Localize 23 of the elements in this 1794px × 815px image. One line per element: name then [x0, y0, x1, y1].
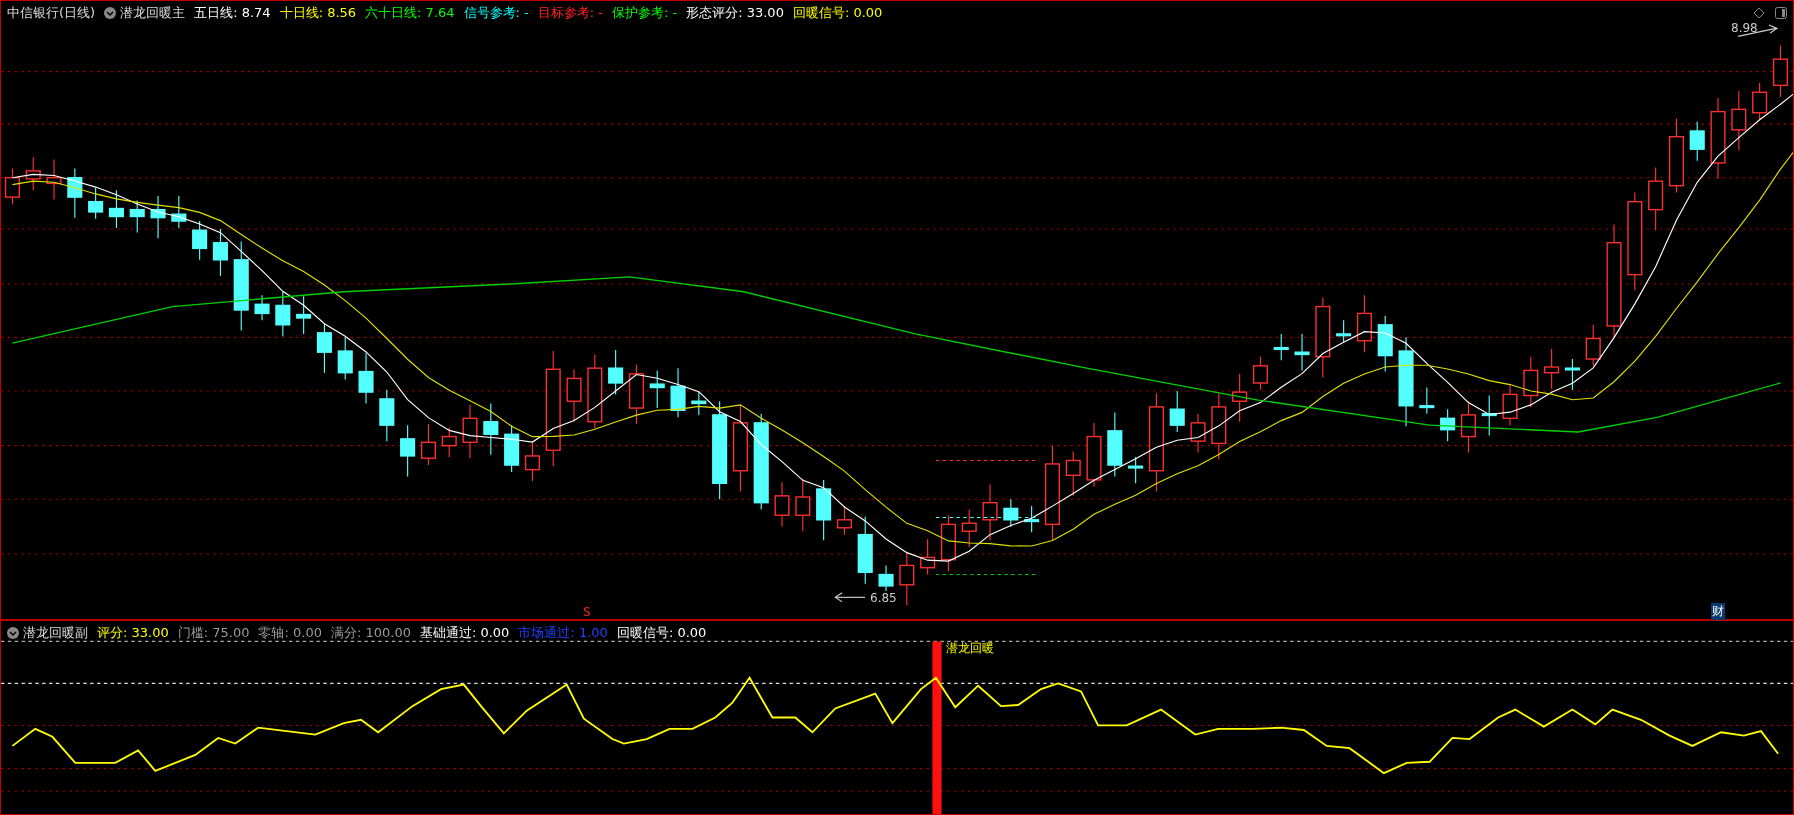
finance-marker[interactable]: 财: [1711, 603, 1725, 620]
legend-value: 市场通过: 1.00: [518, 624, 608, 642]
legend-value: 满分: 100.00: [330, 624, 411, 642]
legend-value: 回暖信号: 0.00: [616, 624, 707, 642]
legend-value: 评分: 33.00: [97, 624, 169, 642]
indicator-dropdown[interactable]: 潜龙回暖副: [7, 624, 88, 642]
s-marker: S: [583, 605, 591, 619]
legend-value: 保护参考: -: [611, 4, 678, 22]
price-label: 8.98: [1731, 21, 1758, 35]
indicator-dropdown[interactable]: 潜龙回暖主: [104, 4, 186, 22]
signal-label: 潜龙回暖: [946, 640, 994, 657]
price-label: 6.85: [869, 591, 898, 605]
legend-value: 形态评分: 33.00: [686, 4, 784, 22]
legend-value: 目标参考: -: [537, 4, 603, 22]
legend-value: 六十日线: 7.64: [365, 4, 455, 22]
legend-value: 信号参考: -: [463, 4, 529, 22]
legend-value: 十日线: 8.56: [279, 4, 357, 22]
stock-title: 中信银行(日线): [7, 4, 96, 22]
legend-value: 零轴: 0.00: [258, 624, 322, 642]
legend-value: 基础通过: 0.00: [419, 624, 510, 642]
legend-value: 门槛: 75.00: [177, 624, 250, 642]
legend-value: 回暖信号: 0.00: [792, 4, 883, 22]
legend-value: 五日线: 8.74: [194, 4, 271, 22]
